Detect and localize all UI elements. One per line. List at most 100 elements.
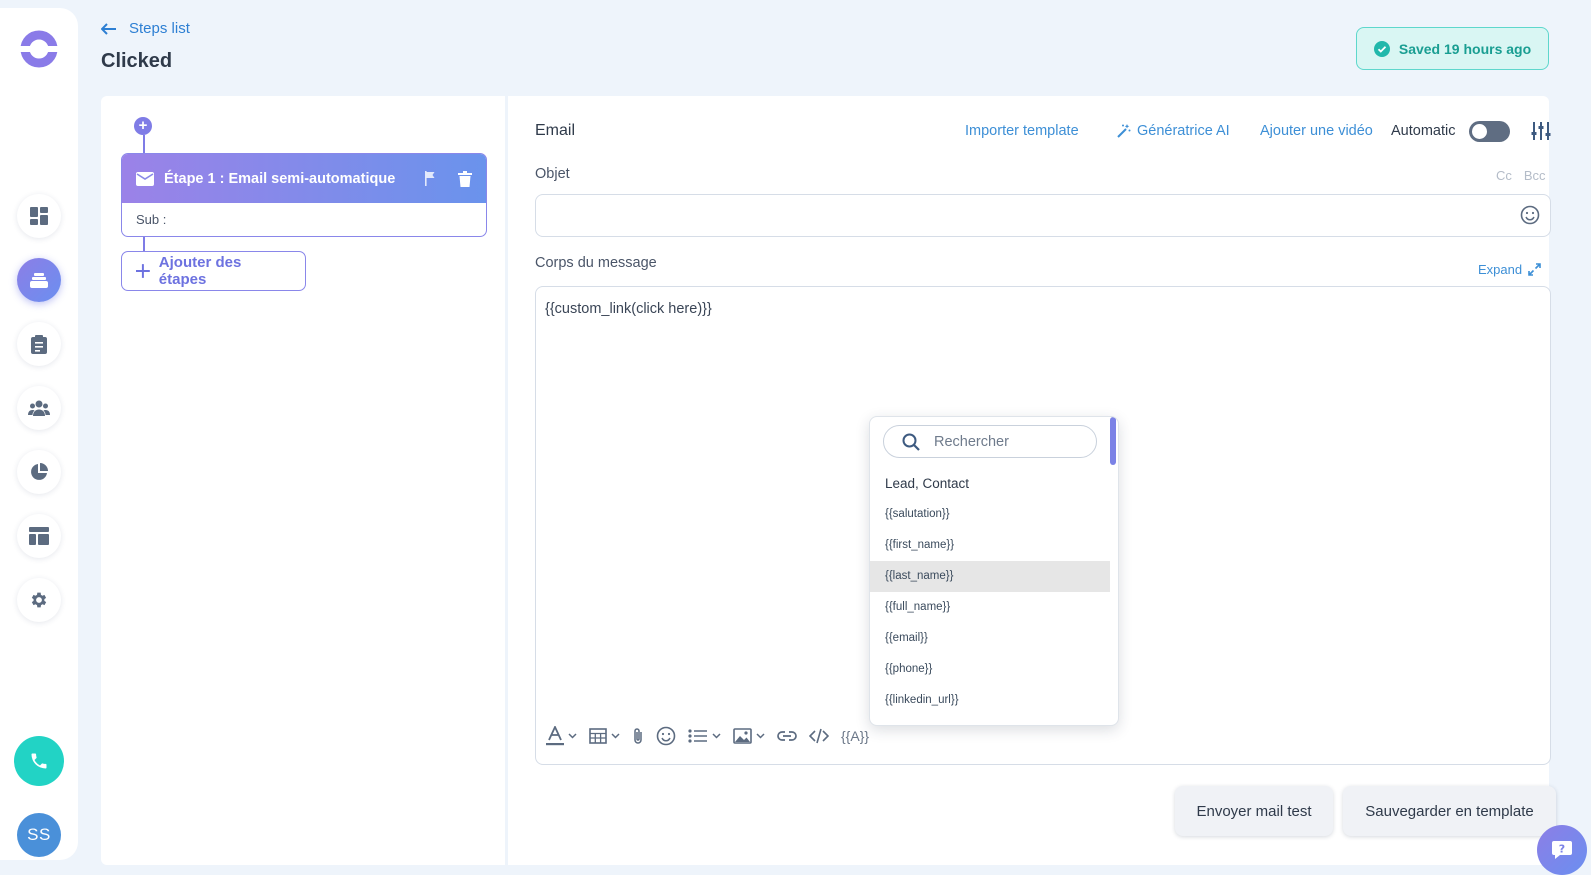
automatic-label: Automatic xyxy=(1391,123,1456,139)
table-icon xyxy=(589,728,607,744)
variable-item-phone[interactable]: {{phone}} xyxy=(870,654,1110,685)
phone-button[interactable] xyxy=(14,736,64,786)
envelope-icon xyxy=(136,171,154,186)
app-logo[interactable] xyxy=(19,29,59,69)
save-as-template-button[interactable]: Sauvegarder en template xyxy=(1343,786,1556,836)
step-card-header: Étape 1 : Email semi-automatique xyxy=(122,154,486,203)
variables-search xyxy=(883,425,1097,458)
sidebar-item-reports[interactable] xyxy=(17,450,61,494)
chevron-down-icon xyxy=(756,733,765,739)
step-subject-preview: Sub : xyxy=(136,212,167,227)
expand-editor-button[interactable]: Expand xyxy=(1478,262,1541,277)
attachment-button[interactable] xyxy=(632,727,644,745)
emoji-button[interactable] xyxy=(656,726,676,746)
variable-group-label: Lead, Contact xyxy=(885,476,970,491)
list-button[interactable] xyxy=(688,728,721,744)
code-button[interactable] xyxy=(809,728,829,744)
subject-input[interactable] xyxy=(536,195,1496,236)
sidebar-item-sequences[interactable] xyxy=(17,258,61,302)
bcc-toggle[interactable]: Bcc xyxy=(1524,168,1546,183)
add-video-label: Ajouter une vidéo xyxy=(1260,123,1373,139)
step-title: Étape 1 : Email semi-automatique xyxy=(164,170,396,187)
arrow-left-icon xyxy=(101,22,116,35)
variable-list: {{salutation}} {{first_name}} {{last_nam… xyxy=(870,499,1110,716)
import-template-label: Importer template xyxy=(965,123,1079,139)
plus-icon xyxy=(136,264,150,278)
variables-dropdown: Lead, Contact {{salutation}} {{first_nam… xyxy=(869,416,1119,726)
ai-generator-link[interactable]: Génératrice AI xyxy=(1117,123,1230,139)
subject-label: Objet xyxy=(535,166,570,182)
paperclip-icon xyxy=(634,728,642,744)
help-chat-icon: ? xyxy=(1552,841,1572,859)
chevron-down-icon xyxy=(568,733,577,739)
clipboard-icon xyxy=(31,335,47,354)
sliders-icon[interactable] xyxy=(1531,121,1551,141)
body-label: Corps du message xyxy=(535,255,657,271)
email-section-label: Email xyxy=(535,122,576,139)
automatic-toggle[interactable] xyxy=(1469,121,1510,142)
ai-generator-label: Génératrice AI xyxy=(1137,123,1230,139)
step-card[interactable]: Étape 1 : Email semi-automatique Sub : xyxy=(121,153,487,237)
variables-search-input[interactable] xyxy=(934,426,1084,457)
step-connector xyxy=(143,135,145,153)
text-color-icon xyxy=(546,726,564,746)
sidebar-item-team[interactable] xyxy=(17,386,61,430)
check-circle-icon xyxy=(1373,40,1390,57)
variable-item-email[interactable]: {{email}} xyxy=(870,623,1110,654)
saved-status-badge: Saved 19 hours ago xyxy=(1356,27,1549,70)
back-link-label: Steps list xyxy=(129,20,190,37)
search-icon xyxy=(902,433,920,451)
dropdown-scrollbar[interactable] xyxy=(1110,417,1116,465)
insert-variable-button[interactable]: {{A}} xyxy=(841,728,869,744)
back-to-steps-list[interactable]: Steps list xyxy=(101,20,190,37)
sidebar-item-templates[interactable] xyxy=(17,514,61,558)
cc-bcc-group: Cc Bcc xyxy=(1496,168,1546,183)
variable-item-linkedin-url[interactable]: {{linkedin_url}} xyxy=(870,685,1110,716)
trash-icon[interactable] xyxy=(458,170,472,187)
emoji-icon xyxy=(656,726,676,746)
sidebar: SS xyxy=(0,8,78,860)
link-icon xyxy=(777,731,797,741)
gear-icon xyxy=(31,592,47,608)
link-button[interactable] xyxy=(777,730,797,742)
layout-icon xyxy=(29,527,49,545)
pie-chart-icon xyxy=(31,463,48,480)
code-icon xyxy=(809,728,829,744)
page-title: Clicked xyxy=(101,50,173,72)
variable-item-last-name[interactable]: {{last_name}} xyxy=(870,561,1110,592)
sidebar-item-tasks[interactable] xyxy=(17,322,61,366)
subject-field xyxy=(535,194,1551,237)
cc-toggle[interactable]: Cc xyxy=(1496,168,1512,183)
phone-icon xyxy=(31,753,47,769)
sidebar-item-dashboard[interactable] xyxy=(17,194,61,238)
add-steps-label: Ajouter des étapes xyxy=(158,254,242,288)
variable-item-first-name[interactable]: {{first_name}} xyxy=(870,530,1110,561)
saved-status-text: Saved 19 hours ago xyxy=(1398,40,1532,57)
variable-item-salutation[interactable]: {{salutation}} xyxy=(870,499,1110,530)
variable-token-label: {{A}} xyxy=(841,728,870,744)
text-color-button[interactable] xyxy=(546,726,577,746)
table-button[interactable] xyxy=(589,728,620,744)
team-icon xyxy=(28,400,50,416)
import-template-link[interactable]: Importer template xyxy=(965,123,1079,139)
send-test-mail-button[interactable]: Envoyer mail test xyxy=(1175,786,1333,836)
help-chat-button[interactable]: ? xyxy=(1537,825,1587,875)
flag-icon[interactable] xyxy=(424,171,436,186)
svg-text:?: ? xyxy=(1559,843,1565,856)
chevron-down-icon xyxy=(611,733,620,739)
expand-label: Expand xyxy=(1478,262,1523,277)
variable-item-full-name[interactable]: {{full_name}} xyxy=(870,592,1110,623)
emoji-icon[interactable] xyxy=(1520,205,1540,225)
message-body-content[interactable]: {{custom_link(click here)}} xyxy=(545,301,712,317)
list-icon xyxy=(688,729,707,743)
add-video-link[interactable]: Ajouter une vidéo xyxy=(1260,123,1373,139)
dashboard-icon xyxy=(30,207,48,225)
add-steps-button[interactable]: Ajouter des étapes xyxy=(121,251,306,291)
chevron-down-icon xyxy=(712,733,721,739)
avatar[interactable]: SS xyxy=(17,813,61,857)
insert-step-plus-icon[interactable]: + xyxy=(134,117,152,135)
sequences-icon xyxy=(30,273,48,288)
sidebar-item-settings[interactable] xyxy=(17,578,61,622)
editor-toolbar: {{A}} xyxy=(546,724,881,748)
image-button[interactable] xyxy=(733,728,765,744)
